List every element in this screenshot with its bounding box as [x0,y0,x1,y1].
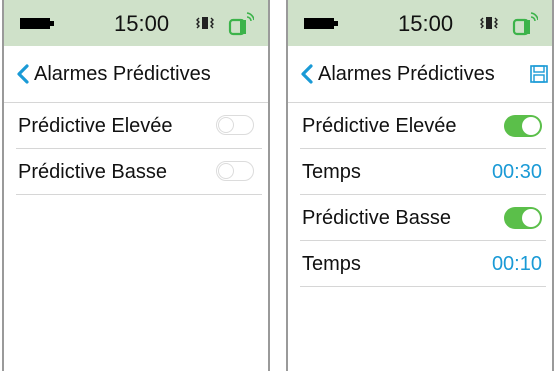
row-label: Temps [302,253,361,275]
page-title: Alarmes Prédictives [34,63,211,85]
list-item-predictive-low[interactable]: Prédictive Basse [4,149,268,195]
back-chevron-icon[interactable] [300,64,314,84]
device-connected-icon [228,12,254,36]
page-title: Alarmes Prédictives [318,63,495,85]
toggle-knob [522,209,540,227]
save-icon[interactable] [530,65,548,83]
status-bar: 15:00 [4,0,268,46]
list-item-time-low[interactable]: Temps 00:10 [288,241,552,287]
row-label: Prédictive Basse [18,161,167,183]
device-connected-icon [512,12,538,36]
row-label: Temps [302,161,361,183]
row-label: Prédictive Elevée [18,115,173,137]
screen-predictive-alarms-off: 15:00 Alarmes Prédictives Prédictive Ele… [2,0,270,371]
divider [16,194,262,195]
toggle-knob [218,117,234,133]
list-item-predictive-high[interactable]: Prédictive Elevée [4,103,268,149]
toggle-switch[interactable] [504,115,542,137]
status-time: 15:00 [114,11,170,36]
toggle-switch[interactable] [504,207,542,229]
divider [300,286,546,287]
screen-predictive-alarms-on: 15:00 Alarmes Prédictives Prédictive Ele… [286,0,554,371]
toggle-knob [218,163,234,179]
toggle-knob [522,117,540,135]
nav-bar: Alarmes Prédictives [288,46,552,103]
vibrate-icon [196,17,214,29]
battery-icon [20,18,54,29]
battery-icon [304,18,338,29]
time-value[interactable]: 00:10 [492,252,542,276]
status-bar: 15:00 [288,0,552,46]
list-item-time-high[interactable]: Temps 00:30 [288,149,552,195]
list-item-predictive-low[interactable]: Prédictive Basse [288,195,552,241]
list-item-predictive-high[interactable]: Prédictive Elevée [288,103,552,149]
time-value[interactable]: 00:30 [492,160,542,184]
toggle-switch[interactable] [216,115,254,135]
nav-bar: Alarmes Prédictives [4,46,268,103]
toggle-switch[interactable] [216,161,254,181]
back-chevron-icon[interactable] [16,64,30,84]
row-label: Prédictive Basse [302,207,451,229]
status-time: 15:00 [398,11,454,36]
vibrate-icon [480,17,498,29]
row-label: Prédictive Elevée [302,115,457,137]
